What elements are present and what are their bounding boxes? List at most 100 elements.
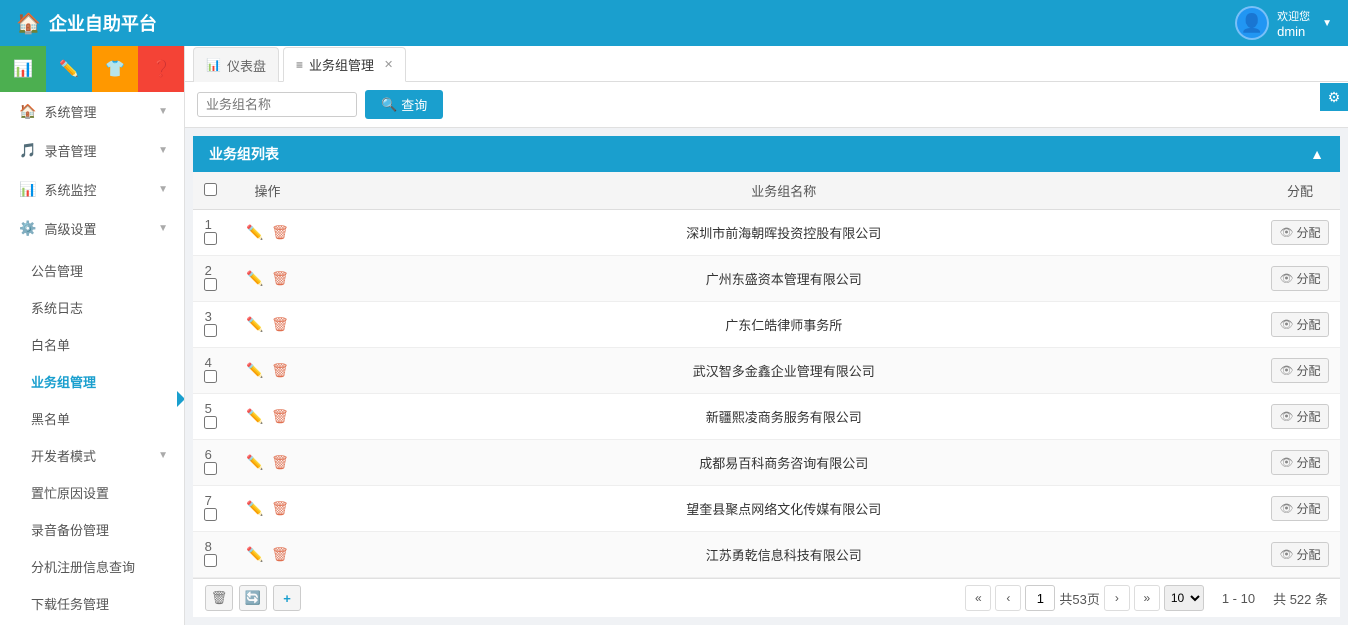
tab-close-icon[interactable]: ✕ — [384, 58, 393, 71]
delete-icon[interactable]: 🗑 — [271, 270, 289, 286]
sidebar-help-icon[interactable]: ❓ — [138, 46, 184, 92]
edit-icon[interactable]: ✏️ — [246, 316, 263, 332]
sidebar-edit-icon[interactable]: ✏️ — [46, 46, 92, 92]
home-icon: 🏠 — [16, 11, 41, 36]
row-checkbox[interactable] — [204, 554, 217, 567]
collapse-icon[interactable]: ▲ — [1310, 146, 1324, 162]
sidebar-item-system-log[interactable]: 系统日志 — [0, 289, 184, 326]
user-caret-icon: ▼ — [1322, 18, 1332, 29]
sidebar-item-busy-reason-settings[interactable]: 置忙原因设置 — [0, 474, 184, 511]
sidebar-sub-label: 公告管理 — [31, 264, 83, 279]
total-count: 共 522 条 — [1273, 589, 1328, 608]
row-num: 5 — [205, 401, 212, 416]
ops-cell: ✏️ 🗑 — [227, 532, 307, 578]
sidebar-label: 高级设置 — [44, 219, 96, 238]
assign-cell: 👁 分配 — [1260, 532, 1340, 578]
edit-icon[interactable]: ✏️ — [246, 270, 263, 286]
assign-label: 分配 — [1296, 270, 1320, 287]
sidebar-item-advanced-settings[interactable]: ⚙️ 高级设置 ▼ — [0, 209, 184, 248]
business-group-search-input[interactable] — [197, 92, 357, 117]
th-assign: 分配 — [1260, 172, 1340, 210]
assign-button[interactable]: 👁 分配 — [1271, 450, 1330, 475]
delete-button[interactable]: 🗑 — [205, 585, 233, 611]
assign-button[interactable]: 👁 分配 — [1271, 358, 1330, 383]
assign-button[interactable]: 👁 分配 — [1271, 220, 1330, 245]
username: dmin — [1277, 24, 1305, 39]
delete-icon[interactable]: 🗑 — [271, 454, 289, 470]
page-size-select[interactable]: 10 20 50 — [1164, 585, 1204, 611]
business-group-name: 广东仁皓律师事务所 — [307, 302, 1260, 348]
row-num: 1 — [205, 217, 212, 232]
sidebar-item-business-group-mgmt[interactable]: 业务组管理 — [0, 363, 184, 400]
business-group-name: 望奎县聚点网络文化传媒有限公司 — [307, 486, 1260, 532]
edit-icon[interactable]: ✏️ — [246, 408, 263, 424]
row-checkbox[interactable] — [204, 232, 217, 245]
business-group-name: 广州东盛资本管理有限公司 — [307, 256, 1260, 302]
row-checkbox-cell: 3 — [193, 302, 227, 348]
delete-icon[interactable]: 🗑 — [271, 408, 289, 424]
row-checkbox[interactable] — [204, 370, 217, 383]
sidebar-item-blacklist[interactable]: 黑名单 — [0, 400, 184, 437]
sidebar-item-system-mgmt[interactable]: 🏠 系统管理 ▼ — [0, 92, 184, 131]
sidebar-item-notice-mgmt[interactable]: 公告管理 — [0, 252, 184, 289]
delete-icon[interactable]: 🗑 — [271, 546, 289, 562]
first-page-button[interactable]: « — [965, 585, 991, 611]
tab-bar: 📊 仪表盘 ≡ 业务组管理 ✕ — [185, 46, 1348, 82]
assign-button[interactable]: 👁 分配 — [1271, 404, 1330, 429]
caret-icon: ▼ — [158, 145, 168, 156]
current-page-input[interactable] — [1025, 585, 1055, 611]
th-checkbox — [193, 172, 227, 210]
refresh-button[interactable]: 🔄 — [239, 585, 267, 611]
sidebar-item-developer-mode[interactable]: 开发者模式 ▼ — [0, 437, 184, 474]
add-button[interactable]: + — [273, 585, 301, 611]
row-checkbox[interactable] — [204, 278, 217, 291]
delete-icon[interactable]: 🗑 — [271, 316, 289, 332]
next-page-button[interactable]: › — [1104, 585, 1130, 611]
row-checkbox[interactable] — [204, 416, 217, 429]
edit-icon[interactable]: ✏️ — [246, 224, 263, 240]
tab-business-group-mgmt[interactable]: ≡ 业务组管理 ✕ — [283, 47, 406, 82]
assign-button[interactable]: 👁 分配 — [1271, 312, 1330, 337]
edit-icon[interactable]: ✏️ — [246, 500, 263, 516]
delete-icon[interactable]: 🗑 — [271, 224, 289, 240]
select-all-checkbox[interactable] — [204, 183, 217, 196]
search-button[interactable]: 🔍 查询 — [365, 90, 443, 119]
assign-cell: 👁 分配 — [1260, 302, 1340, 348]
user-menu[interactable]: 👤 欢迎您 dmin ▼ — [1235, 6, 1332, 40]
last-page-button[interactable]: » — [1134, 585, 1160, 611]
sidebar-item-download-task-mgmt[interactable]: 下载任务管理 — [0, 585, 184, 622]
content-area: ⚙ 📊 仪表盘 ≡ 业务组管理 ✕ 🔍 查询 业务组列表 — [185, 46, 1348, 625]
search-button-label: 查询 — [401, 95, 427, 114]
row-checkbox-cell: 1 — [193, 210, 227, 256]
edit-icon[interactable]: ✏️ — [246, 454, 263, 470]
dashboard-tab-icon: 📊 — [206, 58, 221, 72]
sidebar-label: 系统监控 — [44, 180, 96, 199]
sidebar-item-system-monitor[interactable]: 📊 系统监控 ▼ — [0, 170, 184, 209]
eye-icon: 👁 — [1280, 456, 1294, 469]
row-checkbox[interactable] — [204, 462, 217, 475]
assign-label: 分配 — [1296, 408, 1320, 425]
sidebar-shirt-icon[interactable]: 👕 — [92, 46, 138, 92]
assign-cell: 👁 分配 — [1260, 440, 1340, 486]
ops-cell: ✏️ 🗑 — [227, 302, 307, 348]
welcome-text: 欢迎您 — [1277, 8, 1310, 24]
assign-button[interactable]: 👁 分配 — [1271, 266, 1330, 291]
edit-icon[interactable]: ✏️ — [246, 546, 263, 562]
edit-icon[interactable]: ✏️ — [246, 362, 263, 378]
row-num: 3 — [205, 309, 212, 324]
delete-icon[interactable]: 🗑 — [271, 500, 289, 516]
sidebar-item-whitelist[interactable]: 白名单 — [0, 326, 184, 363]
assign-button[interactable]: 👁 分配 — [1271, 496, 1330, 521]
sidebar-stats-icon[interactable]: 📊 — [0, 46, 46, 92]
sidebar-item-branch-register-query[interactable]: 分机注册信息查询 — [0, 548, 184, 585]
sidebar-item-recording-backup-mgmt[interactable]: 录音备份管理 — [0, 511, 184, 548]
tab-dashboard[interactable]: 📊 仪表盘 — [193, 47, 279, 82]
sidebar-item-record-mgmt[interactable]: 🎵 录音管理 ▼ — [0, 131, 184, 170]
assign-button[interactable]: 👁 分配 — [1271, 542, 1330, 567]
assign-cell: 👁 分配 — [1260, 394, 1340, 440]
row-checkbox[interactable] — [204, 508, 217, 521]
row-checkbox[interactable] — [204, 324, 217, 337]
prev-page-button[interactable]: ‹ — [995, 585, 1021, 611]
delete-icon[interactable]: 🗑 — [271, 362, 289, 378]
settings-gear-button[interactable]: ⚙ — [1320, 83, 1348, 111]
